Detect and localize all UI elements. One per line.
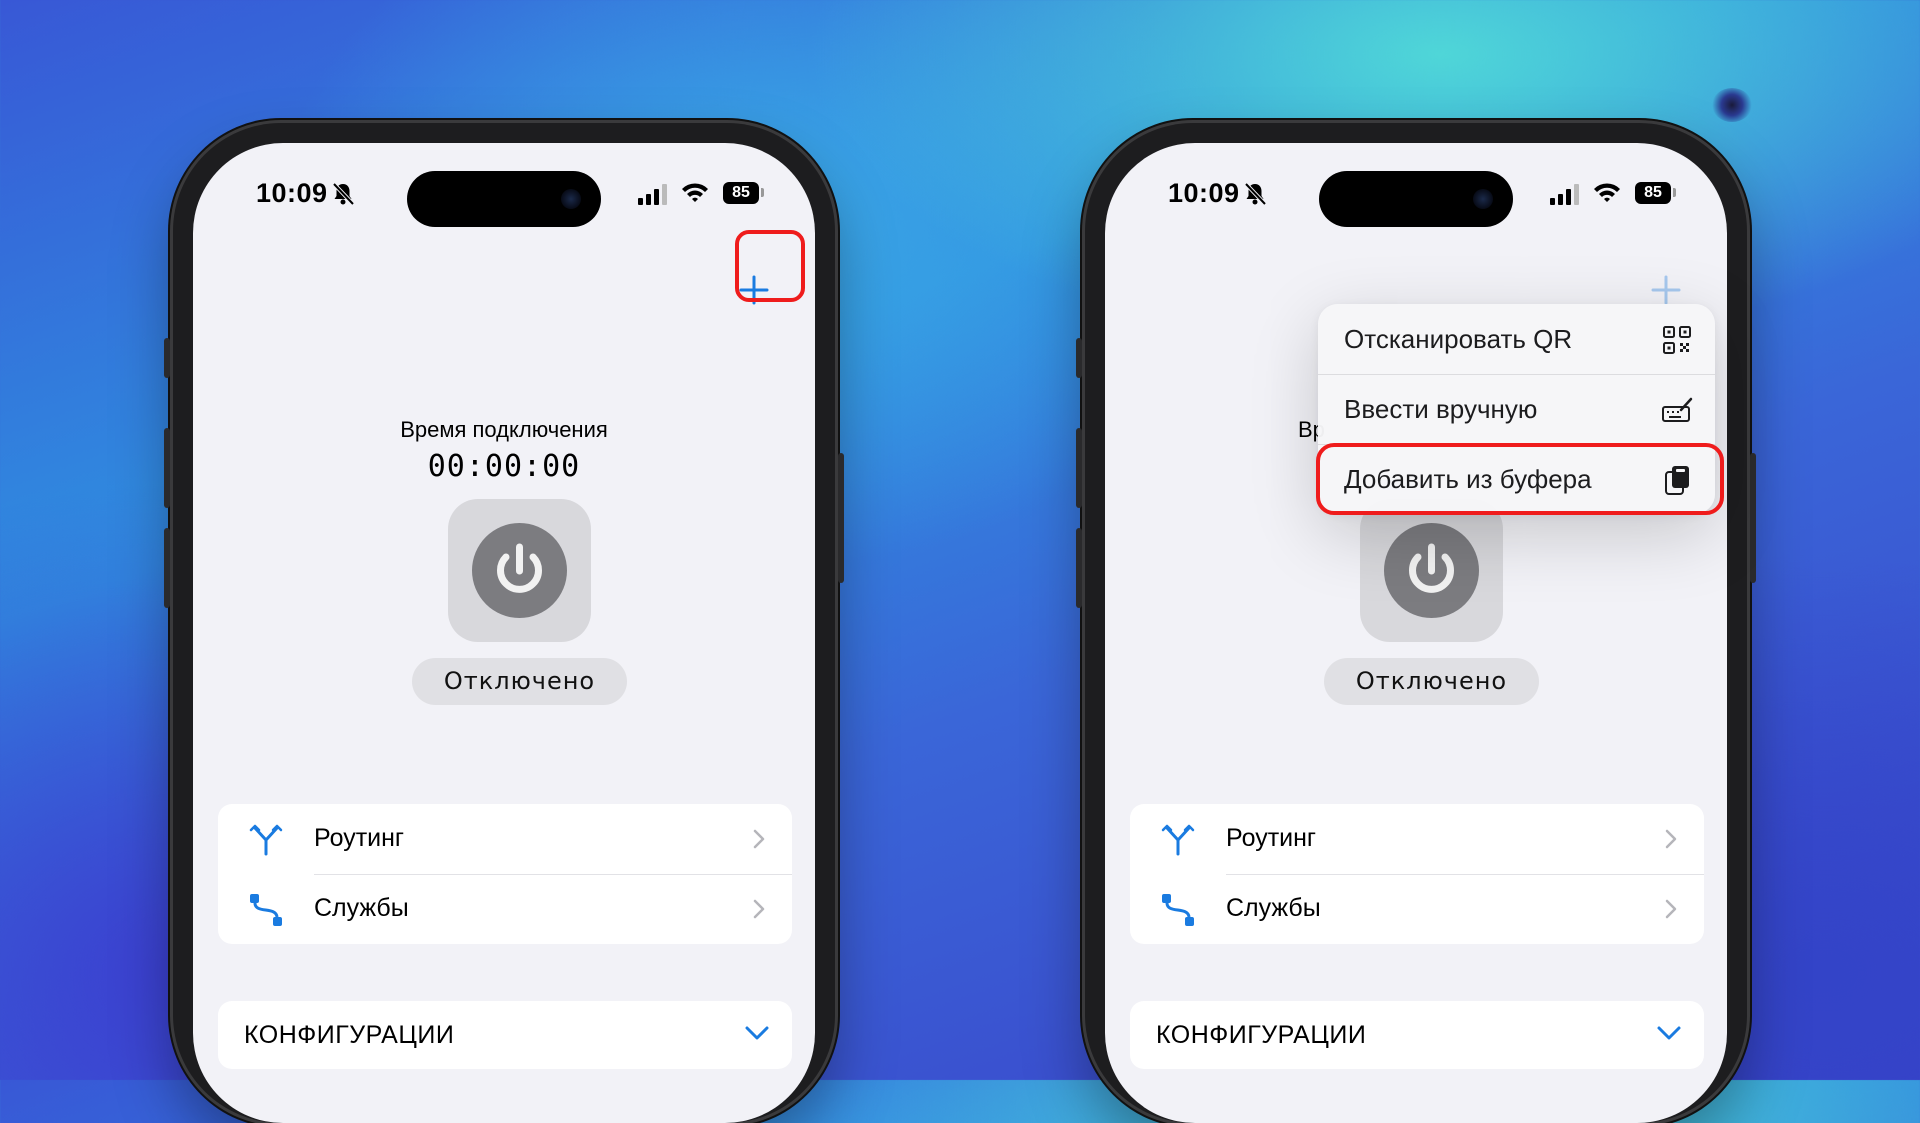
action-button <box>1076 338 1082 378</box>
dynamic-island <box>1319 171 1513 227</box>
qr-code-icon <box>1663 326 1691 354</box>
volume-down-button <box>1076 528 1082 608</box>
chevron-right-icon <box>753 899 765 919</box>
background-speck <box>1712 88 1752 122</box>
power-toggle-button[interactable] <box>448 499 591 642</box>
chevron-right-icon <box>753 829 765 849</box>
menu-item-label: Роутинг <box>314 824 405 852</box>
screen-right: 10:09 85 Вр Отключено Роутинг Службы КОН… <box>1105 143 1727 1123</box>
menu-item-routing[interactable]: Роутинг <box>1130 804 1704 875</box>
menu-item-services[interactable]: Службы <box>1130 874 1704 944</box>
connection-status-badge: Отключено <box>1324 658 1539 705</box>
settings-menu-card: Роутинг Службы <box>218 804 792 944</box>
dynamic-island <box>407 171 601 227</box>
menu-item-label: Отсканировать QR <box>1344 324 1573 354</box>
camera-icon <box>561 189 581 209</box>
status-time: 10:09 <box>256 178 328 208</box>
menu-item-label: Службы <box>314 894 409 922</box>
configurations-section[interactable]: КОНФИГУРАЦИИ <box>1130 1001 1704 1069</box>
highlight-add-from-clipboard <box>1316 443 1724 515</box>
configurations-section[interactable]: КОНФИГУРАЦИИ <box>218 1001 792 1069</box>
highlight-add-button <box>735 230 805 302</box>
volume-up-button <box>1076 428 1082 508</box>
chevron-right-icon <box>1665 829 1677 849</box>
connection-time-label: Время подключения <box>400 417 608 442</box>
wifi-icon <box>1594 183 1620 202</box>
side-button <box>1750 453 1756 583</box>
bell-slash-icon <box>1244 182 1267 206</box>
power-circle <box>472 523 567 618</box>
routing-icon <box>249 824 283 856</box>
chevron-down-icon <box>1657 1026 1681 1040</box>
menu-item-scan-qr[interactable]: Отсканировать QR <box>1318 304 1715 374</box>
keyboard-pencil-icon <box>1662 397 1693 422</box>
menu-item-enter-manually[interactable]: Ввести вручную <box>1318 374 1715 444</box>
power-toggle-button[interactable] <box>1360 499 1503 642</box>
configurations-label: КОНФИГУРАЦИИ <box>1156 1021 1367 1049</box>
connection-time-value: 00:00:00 <box>427 449 581 484</box>
routing-icon <box>1161 824 1195 856</box>
wifi-icon <box>682 183 708 202</box>
menu-item-label: Ввести вручную <box>1344 394 1538 424</box>
menu-item-label: Службы <box>1226 894 1321 922</box>
menu-item-routing[interactable]: Роутинг <box>218 804 792 875</box>
battery-indicator: 85 <box>723 182 759 204</box>
cellular-signal-icon <box>638 184 667 205</box>
services-icon <box>250 894 282 926</box>
menu-item-services[interactable]: Службы <box>218 874 792 944</box>
battery-tip <box>1673 188 1676 197</box>
power-icon <box>497 543 542 593</box>
battery-tip <box>761 188 764 197</box>
bell-slash-icon <box>332 182 355 206</box>
cellular-signal-icon <box>1550 184 1579 205</box>
phone-right: 10:09 85 Вр Отключено Роутинг Службы КОН… <box>1076 123 1756 1123</box>
configurations-label: КОНФИГУРАЦИИ <box>244 1021 455 1049</box>
battery-indicator: 85 <box>1635 182 1671 204</box>
action-button <box>164 338 170 378</box>
settings-menu-card: Роутинг Службы <box>1130 804 1704 944</box>
connection-status-badge: Отключено <box>412 658 627 705</box>
power-circle <box>1384 523 1479 618</box>
volume-up-button <box>164 428 170 508</box>
camera-icon <box>1473 189 1493 209</box>
chevron-down-icon <box>745 1026 769 1040</box>
volume-down-button <box>164 528 170 608</box>
status-time: 10:09 <box>1168 178 1240 208</box>
screen-left: 10:09 85 Время подключения 00:00:00 Откл… <box>193 143 815 1123</box>
side-button <box>838 453 844 583</box>
chevron-right-icon <box>1665 899 1677 919</box>
power-icon <box>1409 543 1454 593</box>
services-icon <box>1162 894 1194 926</box>
menu-item-label: Роутинг <box>1226 824 1317 852</box>
